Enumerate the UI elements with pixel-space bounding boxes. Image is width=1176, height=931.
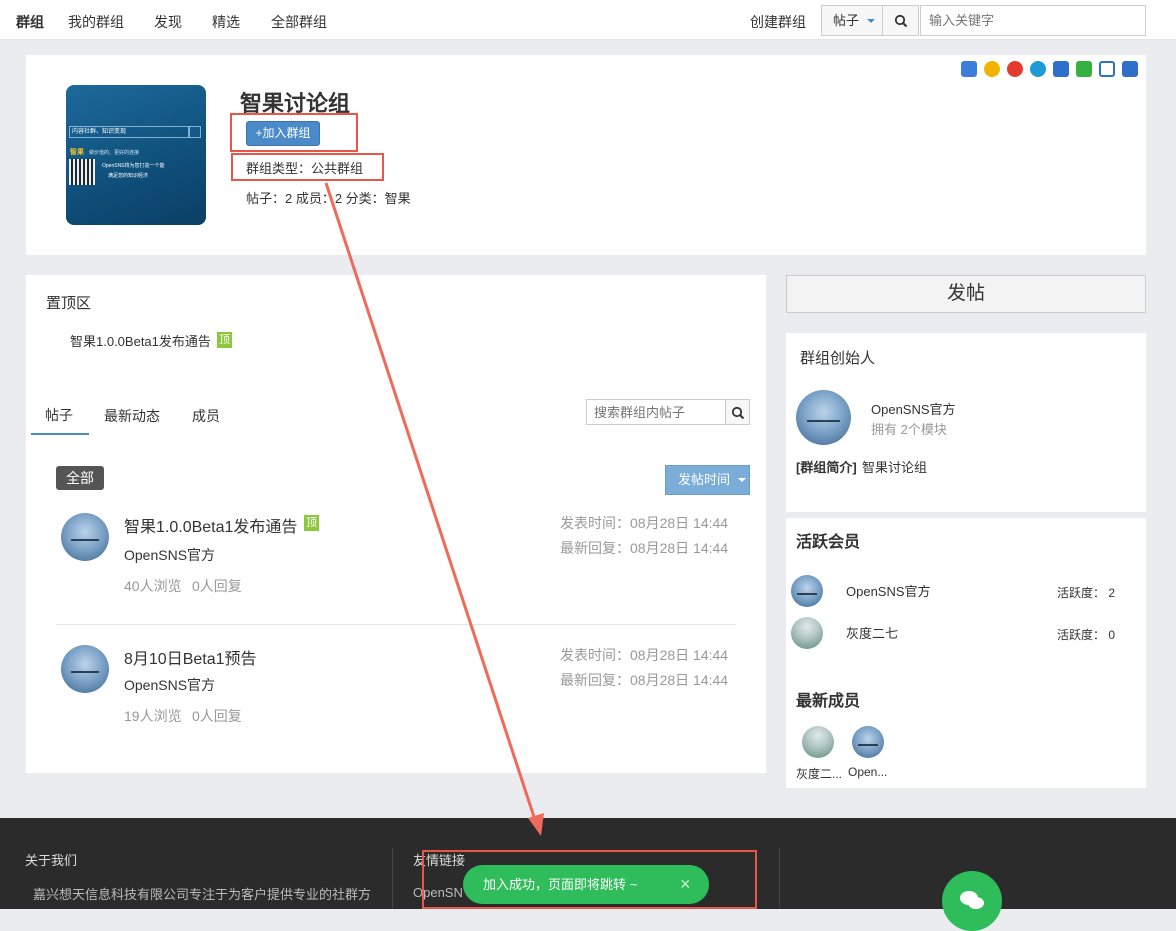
annotation-box-toast [422,850,757,909]
annotation-arrow [324,182,544,836]
